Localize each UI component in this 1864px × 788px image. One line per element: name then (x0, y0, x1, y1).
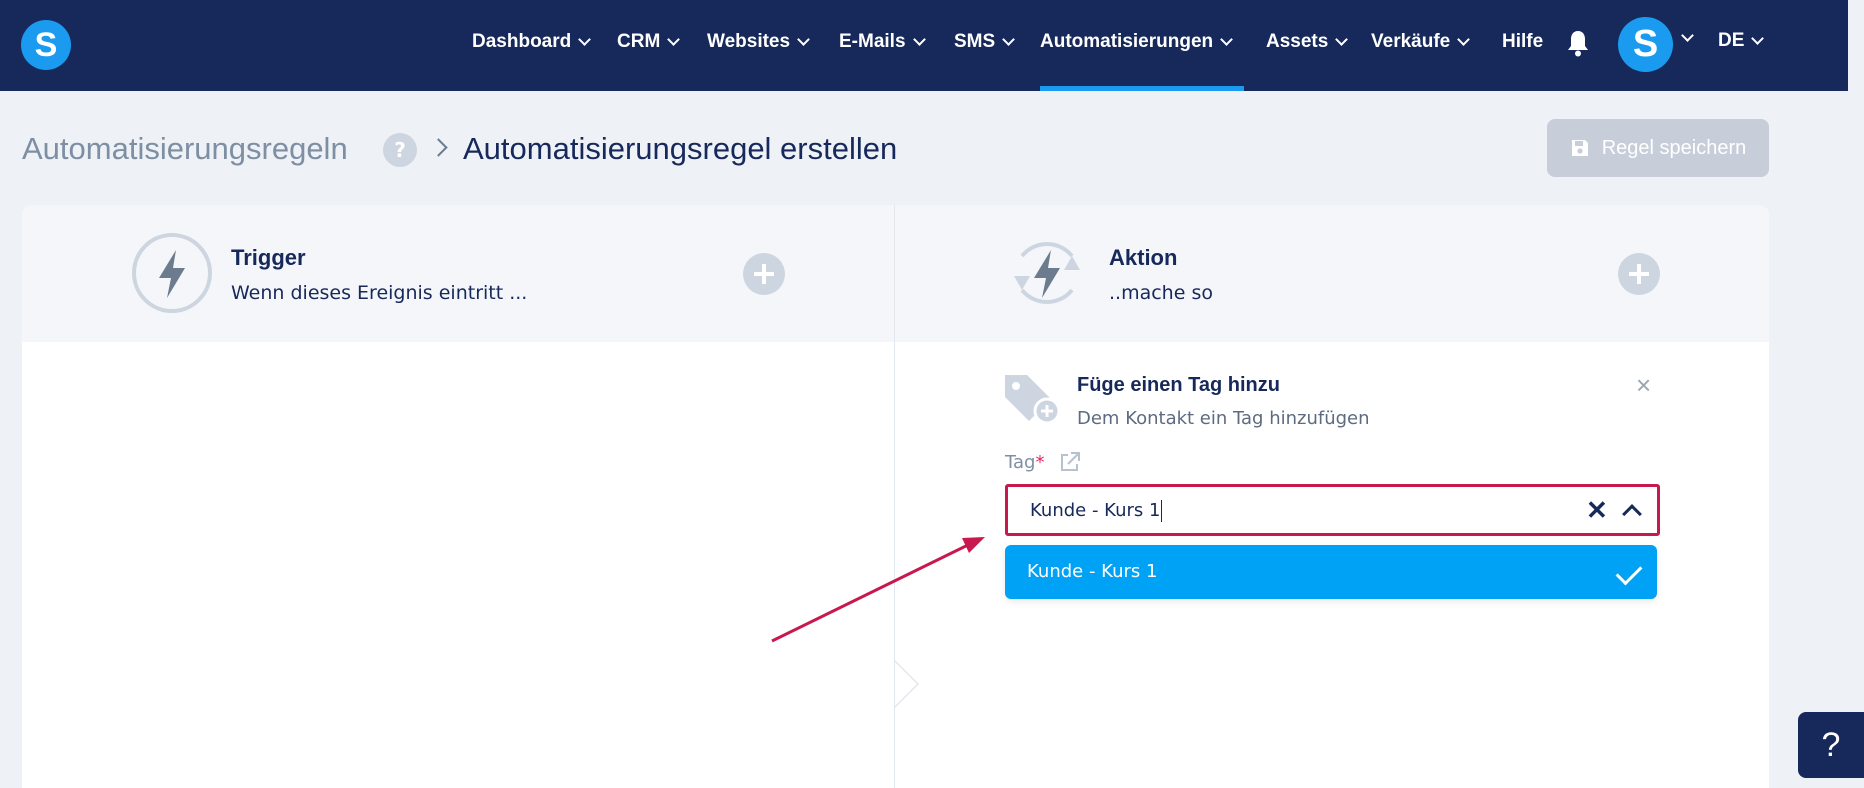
nav-hilfe[interactable]: Hilfe (1502, 30, 1543, 54)
trigger-subtitle: Wenn dieses Ereignis eintritt ... (231, 282, 528, 304)
nav-active-indicator (1040, 86, 1244, 91)
chevron-up-icon[interactable] (1622, 504, 1642, 524)
help-icon[interactable]: ? (383, 133, 417, 167)
chevron-down-icon (1002, 33, 1016, 46)
chevron-down-icon (1751, 32, 1765, 45)
text-caret (1161, 500, 1163, 522)
action-card-title: Füge einen Tag hinzu (1077, 374, 1280, 396)
nav-automatisierungen[interactable]: Automatisierungen (1040, 30, 1233, 54)
top-nav: S Dashboard CRM Websites E-Mails SMS Aut… (0, 0, 1848, 91)
chevron-down-icon (667, 33, 681, 46)
nav-automatisierungen-label: Automatisierungen (1040, 31, 1214, 52)
nav-verkaeufe-label: Verkäufe (1371, 31, 1451, 52)
tag-select-value[interactable]: Kunde - Kurs 1 (1030, 500, 1163, 522)
tag-add-icon (1005, 375, 1061, 423)
lightning-cycle-icon (1014, 242, 1080, 304)
check-icon (1615, 558, 1643, 586)
chevron-down-icon (912, 33, 926, 46)
chevron-right-icon (429, 138, 448, 157)
language-selector[interactable]: DE (1718, 30, 1765, 52)
action-step-title: Aktion (1109, 245, 1178, 270)
dropdown-option-label: Kunde - Kurs 1 (1027, 561, 1158, 582)
external-link-icon[interactable] (1059, 451, 1081, 473)
nav-dashboard-label: Dashboard (472, 31, 572, 52)
chevron-down-icon (1457, 33, 1471, 46)
action-step-subtitle: ..mache so (1109, 282, 1213, 304)
save-rule-label: Regel speichern (1601, 136, 1747, 159)
chevron-down-icon (797, 33, 810, 46)
chevron-down-icon[interactable] (1681, 29, 1694, 42)
save-rule-button[interactable]: Regel speichern (1547, 119, 1769, 177)
nav-assets[interactable]: Assets (1266, 30, 1349, 54)
panel-notch-inner (895, 662, 917, 706)
action-card-subtitle: Dem Kontakt ein Tag hinzufügen (1077, 408, 1370, 429)
nav-emails[interactable]: E-Mails (839, 30, 926, 54)
tag-select[interactable]: Kunde - Kurs 1 ✕ (1005, 484, 1660, 536)
chevron-down-icon (1335, 33, 1349, 46)
save-icon (1571, 140, 1588, 156)
nav-assets-label: Assets (1266, 31, 1329, 52)
nav-emails-label: E-Mails (839, 31, 906, 52)
steps-header (22, 205, 1769, 342)
tag-select-value-text: Kunde - Kurs 1 (1030, 500, 1161, 521)
nav-hilfe-label: Hilfe (1502, 31, 1544, 52)
dropdown-option[interactable]: Kunde - Kurs 1 (1005, 545, 1657, 599)
nav-sms[interactable]: SMS (954, 30, 1016, 54)
tag-field-label: Tag* (1005, 452, 1044, 473)
trigger-title: Trigger (231, 245, 306, 270)
language-label: DE (1718, 30, 1745, 51)
tag-field-label-text: Tag (1005, 452, 1036, 473)
chevron-down-icon (1220, 33, 1233, 46)
avatar[interactable]: S (1618, 17, 1673, 72)
nav-crm[interactable]: CRM (617, 30, 681, 54)
nav-crm-label: CRM (617, 31, 661, 52)
nav-dashboard[interactable]: Dashboard (472, 30, 592, 54)
chevron-down-icon (578, 33, 592, 46)
nav-websites[interactable]: Websites (707, 30, 810, 54)
page-title: Automatisierungsregel erstellen (463, 131, 898, 166)
bell-icon[interactable] (1566, 29, 1590, 57)
lightning-icon (132, 233, 212, 313)
required-mark: * (1035, 452, 1045, 473)
help-fab-button[interactable]: ? (1798, 712, 1864, 778)
add-trigger-button[interactable] (743, 253, 785, 295)
clear-icon[interactable]: ✕ (1586, 495, 1608, 526)
nav-verkaeufe[interactable]: Verkäufe (1371, 30, 1471, 54)
nav-websites-label: Websites (707, 31, 791, 52)
breadcrumb-parent[interactable]: Automatisierungsregeln (22, 131, 348, 167)
nav-sms-label: SMS (954, 31, 996, 52)
brand-logo[interactable]: S (21, 20, 71, 70)
close-icon[interactable]: × (1636, 370, 1651, 401)
add-action-button[interactable] (1618, 253, 1660, 295)
